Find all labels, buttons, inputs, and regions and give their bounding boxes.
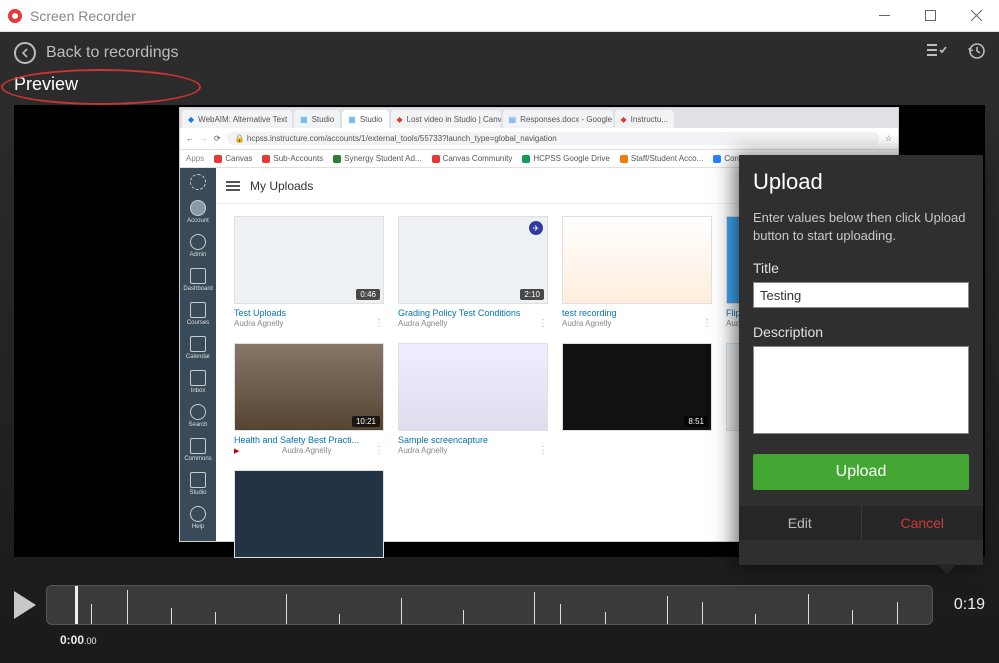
nav-account: Account bbox=[187, 200, 209, 224]
nav-calendar: Calendar bbox=[186, 336, 210, 360]
app-toolbar: Back to recordings bbox=[0, 32, 999, 74]
nav-fwd-icon: → bbox=[200, 134, 208, 143]
card-menu-icon: ⋮ bbox=[374, 445, 384, 456]
player-bar: 0:19 0:00.00 bbox=[0, 575, 999, 663]
upload-help-text: Enter values below then click Upload but… bbox=[753, 209, 969, 244]
nav-dashboard: Dashboard bbox=[183, 268, 212, 292]
browser-tabstrip: ◆WebAIM: Alternative Text ▦Studio ▦Studi… bbox=[180, 108, 898, 128]
bookmark: Staff/Student Acco... bbox=[620, 154, 703, 163]
app-window: Screen Recorder Back to recordings bbox=[0, 0, 999, 663]
window-title: Screen Recorder bbox=[30, 8, 861, 24]
title-label: Title bbox=[753, 260, 969, 276]
nav-back-icon: ← bbox=[186, 134, 194, 143]
upload-heading: Upload bbox=[753, 169, 969, 195]
browser-addressbar: ← → ⟳ 🔒 hcpss.instructure.com/accounts/1… bbox=[180, 128, 898, 150]
close-button[interactable] bbox=[953, 0, 999, 32]
preview-heading: Preview bbox=[0, 74, 999, 105]
youtube-icon: ▶ bbox=[234, 447, 239, 455]
canvas-logo bbox=[190, 174, 206, 190]
nav-search: Search bbox=[188, 404, 207, 428]
video-card bbox=[234, 470, 384, 558]
bookmark: Sub-Accounts bbox=[262, 154, 323, 163]
bookmark: Canvas bbox=[214, 154, 252, 163]
browser-tab: ◆Lost video in Studio | Canvas LM... bbox=[391, 110, 501, 128]
browser-tab: ◆Instructu... bbox=[615, 110, 675, 128]
app-icon bbox=[8, 9, 22, 23]
upload-button[interactable]: Upload bbox=[753, 454, 969, 490]
card-menu-icon: ⋮ bbox=[538, 318, 548, 329]
nav-courses: Courses bbox=[187, 302, 209, 326]
history-icon[interactable] bbox=[967, 42, 985, 65]
cancel-button[interactable]: Cancel bbox=[862, 506, 984, 540]
browser-tab: ▤Responses.docx - Google Docs bbox=[503, 110, 613, 128]
nav-admin: Admin bbox=[189, 234, 206, 258]
description-label: Description bbox=[753, 324, 969, 340]
nav-inbox: Inbox bbox=[190, 370, 206, 394]
video-card: ✈2:10 Grading Policy Test Conditions Aud… bbox=[398, 216, 548, 329]
play-button[interactable] bbox=[14, 591, 36, 619]
card-menu-icon: ⋮ bbox=[374, 318, 384, 329]
page-title: My Uploads bbox=[250, 179, 313, 193]
video-card: test recording Audra Agnelly⋮ bbox=[562, 216, 712, 329]
nav-studio: Studio bbox=[189, 472, 206, 496]
share-badge-icon: ✈ bbox=[529, 221, 543, 235]
timeline-scrubber[interactable] bbox=[46, 585, 933, 625]
star-icon: ☆ bbox=[885, 134, 892, 143]
bookmark: Canvas Community bbox=[432, 154, 513, 163]
video-card: 0:46 Test Uploads Audra Agnelly⋮ bbox=[234, 216, 384, 329]
nav-help: Help bbox=[190, 506, 206, 530]
title-input[interactable] bbox=[753, 282, 969, 308]
back-arrow-icon bbox=[14, 42, 36, 64]
playhead-marker[interactable] bbox=[75, 585, 78, 625]
bookmark: Synergy Student Ad... bbox=[333, 154, 421, 163]
maximize-button[interactable] bbox=[907, 0, 953, 32]
panel-pointer-icon bbox=[937, 564, 957, 574]
minimize-button[interactable] bbox=[861, 0, 907, 32]
hamburger-icon bbox=[226, 181, 240, 191]
apps-label: Apps bbox=[186, 154, 204, 163]
reload-icon: ⟳ bbox=[214, 134, 221, 143]
content-area: Back to recordings Preview ◆WebAIM: Alte… bbox=[0, 32, 999, 663]
back-label: Back to recordings bbox=[46, 44, 179, 62]
total-duration: 0:19 bbox=[943, 596, 985, 614]
video-card: 10:21 Health and Safety Best Practi... ▶… bbox=[234, 343, 384, 456]
video-card: 8:51 bbox=[562, 343, 712, 456]
upload-panel: Upload Enter values below then click Upl… bbox=[739, 155, 983, 565]
lock-icon: 🔒 bbox=[235, 134, 245, 143]
checklist-icon[interactable] bbox=[927, 42, 947, 65]
edit-button[interactable]: Edit bbox=[739, 506, 862, 540]
browser-tab: ◆WebAIM: Alternative Text bbox=[182, 110, 292, 128]
browser-tab: ▦Studio bbox=[294, 110, 340, 128]
current-time: 0:00.00 bbox=[14, 629, 985, 647]
back-to-recordings-button[interactable]: Back to recordings bbox=[14, 42, 179, 64]
bookmark: HCPSS Google Drive bbox=[522, 154, 609, 163]
description-input[interactable] bbox=[753, 346, 969, 434]
browser-tab-active: ▦Studio bbox=[342, 110, 388, 128]
titlebar: Screen Recorder bbox=[0, 0, 999, 32]
card-menu-icon: ⋮ bbox=[538, 445, 548, 456]
canvas-nav: Account Admin Dashboard Courses Calendar… bbox=[180, 168, 216, 541]
card-menu-icon: ⋮ bbox=[702, 318, 712, 329]
nav-commons: Commons bbox=[184, 438, 211, 462]
preview-stage: ◆WebAIM: Alternative Text ▦Studio ▦Studi… bbox=[14, 105, 985, 557]
video-card: Sample screencapture Audra Agnelly⋮ bbox=[398, 343, 548, 456]
